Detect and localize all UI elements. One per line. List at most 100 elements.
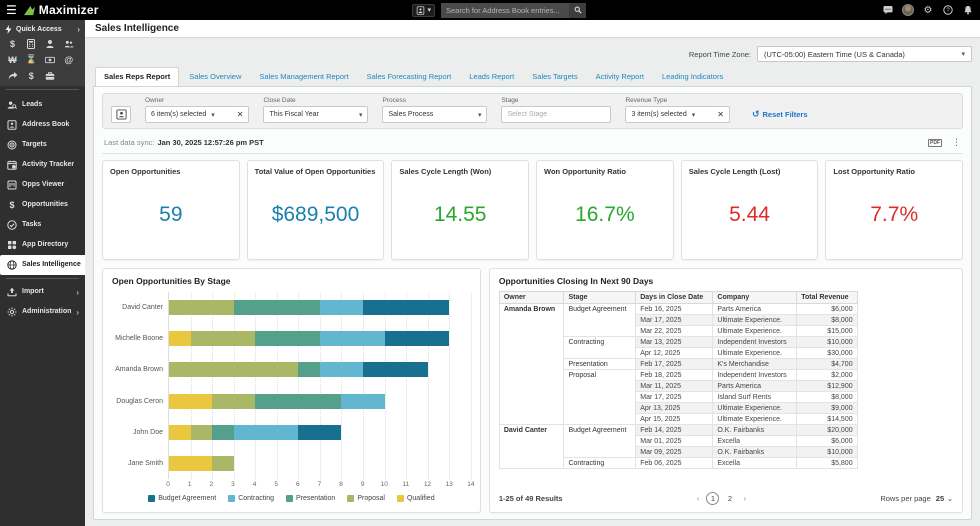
search-button[interactable] — [569, 3, 586, 18]
next-page-icon[interactable]: › — [743, 494, 746, 503]
won-currency-icon[interactable]: ₩ — [5, 54, 20, 65]
tab-sales-reps-report[interactable]: Sales Reps Report — [95, 67, 179, 86]
x-axis-tick: 8 — [339, 481, 343, 488]
gear-icon[interactable]: ⚙ — [922, 4, 934, 16]
legend-label: Qualified — [407, 495, 435, 502]
bar-segment-proposal[interactable] — [169, 362, 298, 377]
cash-icon[interactable] — [43, 54, 58, 65]
owner-picker-button[interactable] — [111, 106, 131, 123]
legend-item-budget-agreement[interactable]: Budget Agreement — [148, 495, 216, 502]
bar-segment-contracting[interactable] — [234, 425, 299, 440]
bar-segment-proposal[interactable] — [212, 394, 255, 409]
bar-segment-contracting[interactable] — [341, 394, 384, 409]
page-number-2[interactable]: 2 — [723, 492, 736, 505]
sidebar-item-opps-viewer[interactable]: Opps Viewer — [0, 175, 85, 195]
legend-label: Contracting — [238, 495, 274, 502]
share-icon[interactable] — [5, 70, 20, 81]
legend-item-proposal[interactable]: Proposal — [347, 495, 385, 502]
legend-item-presentation[interactable]: Presentation — [286, 495, 335, 502]
page-number-1[interactable]: 1 — [706, 492, 719, 505]
chart-title: Open Opportunities By Stage — [112, 276, 471, 286]
sidebar-item-opportunities[interactable]: $Opportunities — [0, 195, 85, 215]
bar-segment-qualified[interactable] — [169, 425, 191, 440]
filter-stage-control[interactable]: Select Stage — [501, 106, 611, 123]
legend-item-contracting[interactable]: Contracting — [228, 495, 274, 502]
sidebar-item-sales-intelligence[interactable]: Sales Intelligence — [0, 255, 85, 275]
export-pdf-icon[interactable]: PDF — [928, 139, 942, 147]
tab-sales-overview[interactable]: Sales Overview — [181, 68, 249, 86]
clear-filter-icon[interactable]: ✕ — [717, 110, 724, 119]
column-header-total-revenue[interactable]: Total Revenue — [797, 292, 857, 304]
filter-process-control[interactable]: Sales Process▾ — [382, 106, 487, 123]
sidebar-item-address-book[interactable]: Address Book — [0, 115, 85, 135]
briefcase-icon[interactable] — [43, 70, 58, 81]
legend-item-qualified[interactable]: Qualified — [397, 495, 435, 502]
table-row[interactable]: Amanda BrownBudget AgreementFeb 16, 2025… — [499, 304, 857, 315]
sidebar-item-administration[interactable]: Administration› — [0, 302, 85, 322]
tab-sales-management-report[interactable]: Sales Management Report — [251, 68, 356, 86]
bar-segment-proposal[interactable] — [191, 425, 213, 440]
bar-segment-contracting[interactable] — [320, 362, 363, 377]
column-header-owner[interactable]: Owner — [499, 292, 564, 304]
timezone-select[interactable]: (UTC-05:00) Eastern Time (US & Canada) ▾ — [757, 46, 972, 62]
contact-icon[interactable] — [43, 38, 58, 49]
tab-leads-report[interactable]: Leads Report — [461, 68, 522, 86]
bar-segment-presentation[interactable] — [234, 300, 320, 315]
search-input[interactable] — [441, 3, 569, 18]
quick-access-header[interactable]: Quick Access › — [5, 23, 80, 38]
bar-segment-proposal[interactable] — [191, 331, 256, 346]
sidebar-item-import[interactable]: Import› — [0, 282, 85, 302]
bar-segment-budget-agreement[interactable] — [363, 300, 449, 315]
tab-sales-forecasting-report[interactable]: Sales Forecasting Report — [359, 68, 460, 86]
sidebar-item-tasks[interactable]: Tasks — [0, 215, 85, 235]
prev-page-icon[interactable]: ‹ — [697, 494, 700, 503]
filter-close-date-control[interactable]: This Fiscal Year▾ — [263, 106, 368, 123]
sidebar-item-targets[interactable]: Targets — [0, 135, 85, 155]
clear-filter-icon[interactable]: ✕ — [237, 110, 244, 119]
user-avatar[interactable] — [902, 4, 914, 16]
dollar-icon[interactable]: $ — [5, 38, 20, 49]
mention-icon[interactable]: @ — [61, 54, 76, 65]
hamburger-menu-icon[interactable]: ☰ — [6, 3, 17, 17]
dollar-icon[interactable]: $ — [24, 70, 39, 81]
team-icon[interactable] — [61, 38, 76, 49]
bar-segment-presentation[interactable] — [255, 394, 341, 409]
hourglass-icon[interactable]: ⌛ — [24, 54, 39, 65]
filter-owner-control[interactable]: 6 item(s) selected▾✕ — [145, 106, 249, 123]
bar-segment-budget-agreement[interactable] — [385, 331, 450, 346]
bar-segment-contracting[interactable] — [320, 300, 363, 315]
tab-leading-indicators[interactable]: Leading Indicators — [654, 68, 731, 86]
bar-segment-presentation[interactable] — [212, 425, 234, 440]
bar-segment-contracting[interactable] — [320, 331, 385, 346]
bar-segment-budget-agreement[interactable] — [298, 425, 341, 440]
tab-sales-targets[interactable]: Sales Targets — [524, 68, 585, 86]
column-header-stage[interactable]: Stage — [564, 292, 636, 304]
bar-segment-budget-agreement[interactable] — [363, 362, 428, 377]
bar-segment-presentation[interactable] — [255, 331, 320, 346]
tab-activity-report[interactable]: Activity Report — [588, 68, 652, 86]
calculator-icon[interactable] — [24, 38, 39, 49]
reset-filters-button[interactable]: ↺ Reset Filters — [752, 101, 808, 120]
bell-icon[interactable] — [962, 4, 974, 16]
sidebar-item-app-directory[interactable]: App Directory — [0, 235, 85, 255]
x-axis-tick: 7 — [318, 481, 322, 488]
sidebar-item-leads[interactable]: Leads — [0, 95, 85, 115]
column-header-days-in-close-date[interactable]: Days in Close Date — [636, 292, 713, 304]
bar-row-douglas-ceron — [169, 386, 471, 417]
bar-segment-qualified[interactable] — [169, 456, 212, 471]
kebab-menu-icon[interactable]: ⋮ — [952, 137, 961, 148]
entity-type-button[interactable]: ▾ — [412, 4, 435, 17]
bar-segment-proposal[interactable] — [212, 456, 234, 471]
filter-revenue-type-control[interactable]: 3 item(s) selected▾✕ — [625, 106, 729, 123]
help-icon[interactable]: ? — [942, 4, 954, 16]
bar-segment-qualified[interactable] — [169, 394, 212, 409]
chat-icon[interactable] — [882, 4, 894, 16]
sidebar-item-activity-tracker[interactable]: Activity Tracker — [0, 155, 85, 175]
bar-segment-proposal[interactable] — [169, 300, 234, 315]
bar-segment-qualified[interactable] — [169, 331, 191, 346]
table-row[interactable]: David CanterBudget AgreementFeb 14, 2025… — [499, 425, 857, 436]
bar-segment-presentation[interactable] — [298, 362, 320, 377]
column-header-company[interactable]: Company — [713, 292, 797, 304]
legend-swatch — [347, 495, 354, 502]
rows-per-page-select[interactable]: 25 ⌄ — [936, 494, 953, 503]
